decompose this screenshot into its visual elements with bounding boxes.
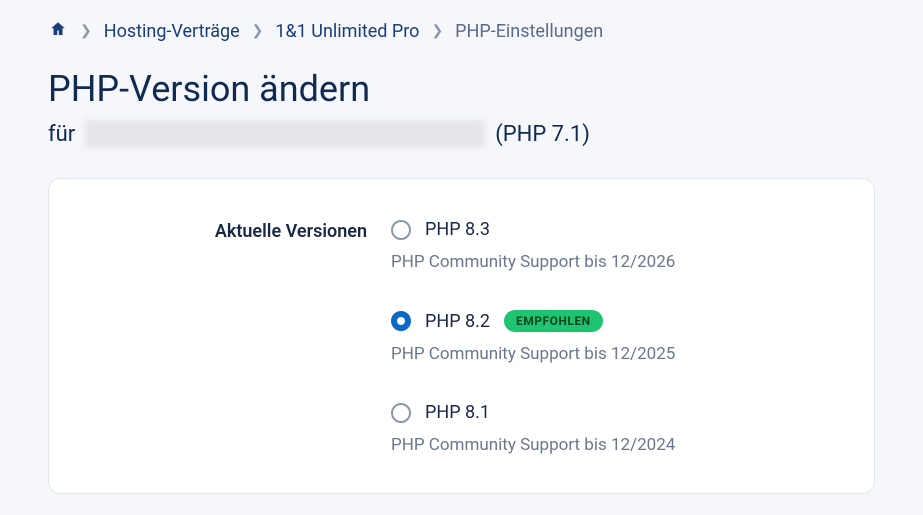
recommended-badge: EMPFOHLEN — [504, 310, 603, 332]
subtitle-prefix: für — [48, 122, 75, 147]
breadcrumb-item-current: PHP-Einstellungen — [455, 21, 603, 42]
version-options: PHP 8.3 PHP Community Support bis 12/202… — [391, 219, 826, 493]
version-option: PHP 8.1 PHP Community Support bis 12/202… — [391, 402, 826, 455]
chevron-right-icon: ❯ — [431, 23, 443, 39]
subtitle-suffix: (PHP 7.1) — [495, 122, 590, 147]
breadcrumb-item-contract[interactable]: 1&1 Unlimited Pro — [275, 21, 419, 42]
version-desc: PHP Community Support bis 12/2024 — [391, 435, 826, 455]
chevron-right-icon: ❯ — [252, 23, 264, 39]
home-icon — [48, 20, 68, 38]
radio-php83[interactable] — [391, 220, 411, 240]
redacted-domain — [85, 120, 485, 148]
version-label[interactable]: PHP 8.2 — [425, 311, 490, 332]
section-label: Aktuelle Versionen — [97, 219, 367, 493]
chevron-right-icon: ❯ — [80, 23, 92, 39]
version-label[interactable]: PHP 8.3 — [425, 219, 490, 240]
version-desc: PHP Community Support bis 12/2026 — [391, 252, 826, 272]
version-card: Aktuelle Versionen PHP 8.3 PHP Community… — [48, 178, 875, 494]
version-option: PHP 8.2 EMPFOHLEN PHP Community Support … — [391, 310, 826, 364]
version-label[interactable]: PHP 8.1 — [425, 402, 490, 423]
version-desc: PHP Community Support bis 12/2025 — [391, 344, 826, 364]
breadcrumb-home[interactable] — [48, 20, 68, 42]
radio-php81[interactable] — [391, 403, 411, 423]
version-option: PHP 8.3 PHP Community Support bis 12/202… — [391, 219, 826, 272]
page-subtitle: für (PHP 7.1) — [0, 120, 923, 178]
breadcrumb: ❯ Hosting-Verträge ❯ 1&1 Unlimited Pro ❯… — [0, 0, 923, 50]
breadcrumb-item-hosting[interactable]: Hosting-Verträge — [104, 21, 240, 42]
page-title: PHP-Version ändern — [0, 50, 923, 120]
radio-php82[interactable] — [391, 311, 411, 331]
